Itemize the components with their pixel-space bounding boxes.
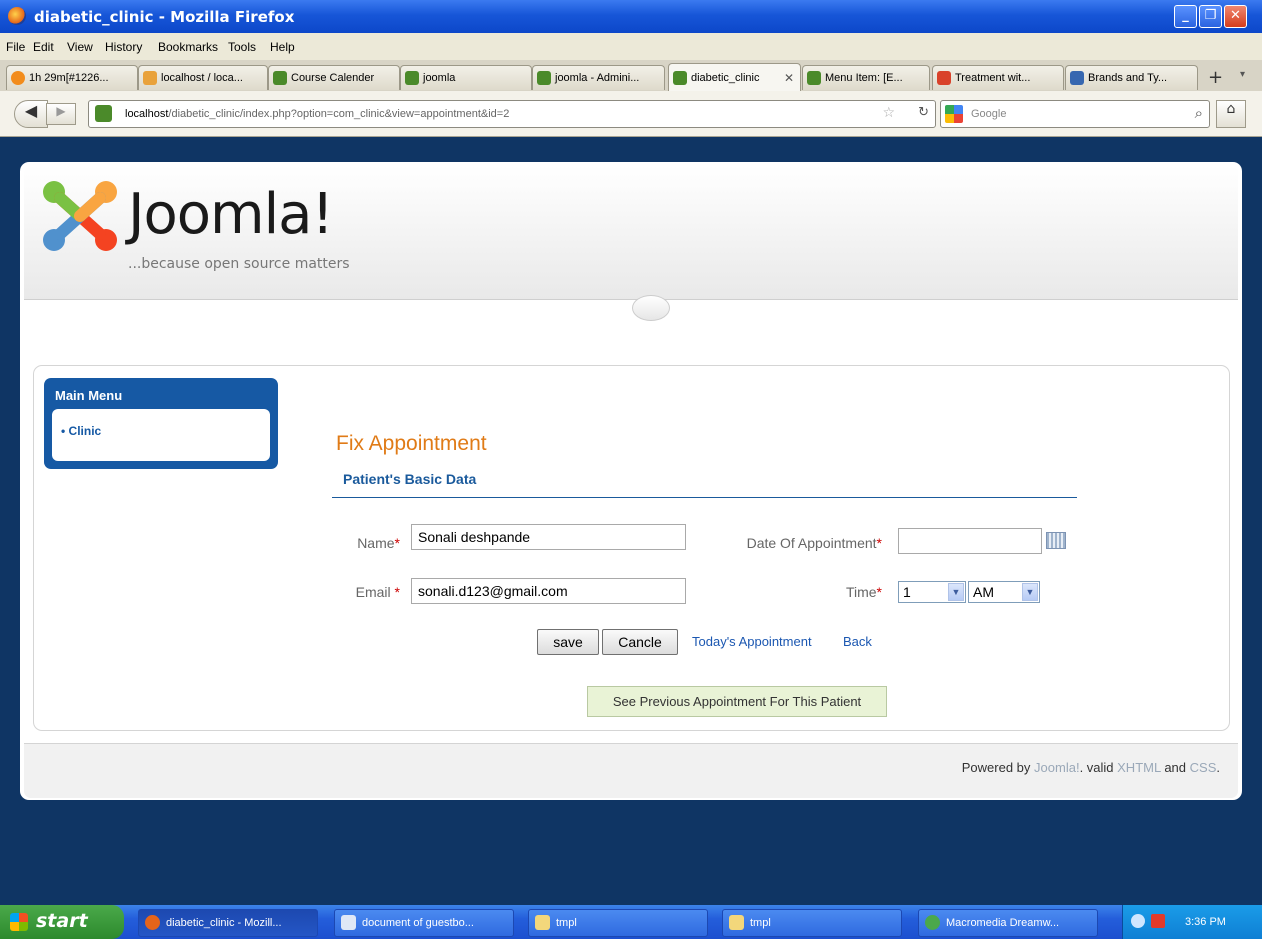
clock: 3:36 PM [1185,916,1226,928]
heart-icon [937,71,951,85]
start-label: start [36,910,88,932]
tab-joomla[interactable]: joomla [400,65,532,90]
site-favicon-icon [95,105,112,122]
tab-timer[interactable]: 1h 29m[#1226... [6,65,138,90]
reload-icon[interactable]: ↻ [918,105,929,120]
task-firefox[interactable]: diabetic_clinic - Mozill... [138,909,318,937]
menu-bar: File Edit View History Bookmarks Tools H… [0,33,1262,60]
footer-text: Powered by Joomla!. valid XHTML and CSS. [961,760,1220,775]
window-title-bar[interactable]: diabetic_clinic - Mozilla Firefox _ ❐ ✕ [0,0,1262,33]
ampm-select[interactable]: AM ▼ [968,581,1040,603]
tray-expand-icon[interactable] [1131,914,1145,928]
tab-bar: 1h 29m[#1226... localhost / loca... Cour… [0,60,1262,92]
name-label: Name* [357,535,400,551]
google-icon [945,105,963,123]
home-icon[interactable]: ⌂ [1216,100,1246,128]
document-icon [341,915,356,930]
tab-treatment[interactable]: Treatment wit... [932,65,1064,90]
joomla-icon [537,71,551,85]
todays-appointment-link[interactable]: Today's Appointment [692,634,812,649]
menu-help[interactable]: Help [270,40,295,54]
section-subtitle: Patient's Basic Data [343,471,477,487]
menu-tools[interactable]: Tools [228,40,256,54]
back-link[interactable]: Back [843,634,872,649]
joomla-link[interactable]: Joomla! [1034,760,1080,775]
back-arrow-icon[interactable]: ◀ [14,100,48,128]
tab-brands[interactable]: Brands and Ty... [1065,65,1198,90]
bookmark-star-icon[interactable]: ☆ [882,105,895,121]
webmd-icon [1070,71,1084,85]
task-dreamweaver[interactable]: Macromedia Dreamw... [918,909,1098,937]
site-logo-text: Joomla! [128,182,334,247]
close-tab-icon[interactable]: ✕ [784,71,794,85]
menu-item-clinic[interactable]: • Clinic [61,424,101,438]
folder-icon [535,915,550,930]
minimize-button[interactable]: _ [1174,5,1197,28]
tab-menu-item[interactable]: Menu Item: [E... [802,65,930,90]
phpmyadmin-icon [143,71,157,85]
tab-course-calender[interactable]: Course Calender [268,65,400,90]
joomla-icon [405,71,419,85]
task-folder-tmpl-1[interactable]: tmpl [528,909,708,937]
date-label: Date Of Appointment* [746,535,882,551]
clock-icon [11,71,25,85]
site-tagline: ...because open source matters [128,256,350,272]
save-button[interactable]: save [537,629,599,655]
maximize-button[interactable]: ❐ [1199,5,1222,28]
firefox-icon [145,915,160,930]
chevron-down-icon: ▼ [1022,583,1038,601]
email-label: Email * [355,584,400,600]
joomla-logo-icon [40,178,120,254]
calendar-icon[interactable] [1046,532,1066,549]
site-footer: Powered by Joomla!. valid XHTML and CSS. [24,743,1238,798]
tab-diabetic-clinic[interactable]: diabetic_clinic ✕ [668,63,801,92]
task-folder-tmpl-2[interactable]: tmpl [722,909,902,937]
windows-logo-icon [10,913,28,931]
menu-view[interactable]: View [67,40,93,54]
search-box[interactable]: Google ⌕ [940,100,1210,128]
time-label: Time* [845,584,882,600]
task-word-document[interactable]: document of guestbo... [334,909,514,937]
system-tray: 3:36 PM [1122,905,1262,939]
css-link[interactable]: CSS [1190,760,1217,775]
url-path: /diabetic_clinic/index.php?option=com_cl… [168,108,510,120]
page-title: Fix Appointment [336,432,487,455]
search-icon[interactable]: ⌕ [1195,104,1203,122]
chevron-down-icon: ▼ [948,583,964,601]
previous-appointment-button[interactable]: See Previous Appointment For This Patien… [587,686,887,717]
new-tab-button[interactable]: + [1208,67,1223,88]
address-bar[interactable]: localhost/diabetic_clinic/index.php?opti… [88,100,936,128]
search-placeholder: Google [971,108,1007,120]
window-title: diabetic_clinic - Mozilla Firefox [34,8,295,26]
section-divider [332,497,1077,498]
joomla-icon [273,71,287,85]
email-field[interactable]: sonali.d123@gmail.com [411,578,686,604]
close-window-button[interactable]: ✕ [1224,5,1247,28]
joomla-icon [807,71,821,85]
tab-list-icon[interactable]: ▾ [1240,69,1245,80]
folder-icon [729,915,744,930]
navigation-bar: ◀ ▶ localhost/diabetic_clinic/index.php?… [0,91,1262,137]
joomla-icon [673,71,687,85]
start-button[interactable]: start [0,905,124,939]
tab-joomla-admin[interactable]: joomla - Admini... [532,65,665,90]
tray-app-icon[interactable] [1151,914,1165,928]
menu-history[interactable]: History [105,40,142,54]
tab-phpmyadmin[interactable]: localhost / loca... [138,65,268,90]
main-menu-module: Main Menu • Clinic [44,378,278,469]
firefox-icon [8,7,26,25]
menu-bookmarks[interactable]: Bookmarks [158,40,218,54]
url-host: localhost [125,108,169,120]
menu-file[interactable]: File [6,40,25,54]
forward-arrow-icon[interactable]: ▶ [46,103,76,125]
name-field[interactable]: Sonali deshpande [411,524,686,550]
menu-edit[interactable]: Edit [33,40,54,54]
xhtml-link[interactable]: XHTML [1117,760,1161,775]
header-divider-knob [632,295,670,321]
cancel-button[interactable]: Cancle [602,629,678,655]
date-field[interactable] [898,528,1042,554]
hour-select[interactable]: 1 ▼ [898,581,966,603]
main-menu-title: Main Menu [55,388,123,403]
dreamweaver-icon [925,915,940,930]
